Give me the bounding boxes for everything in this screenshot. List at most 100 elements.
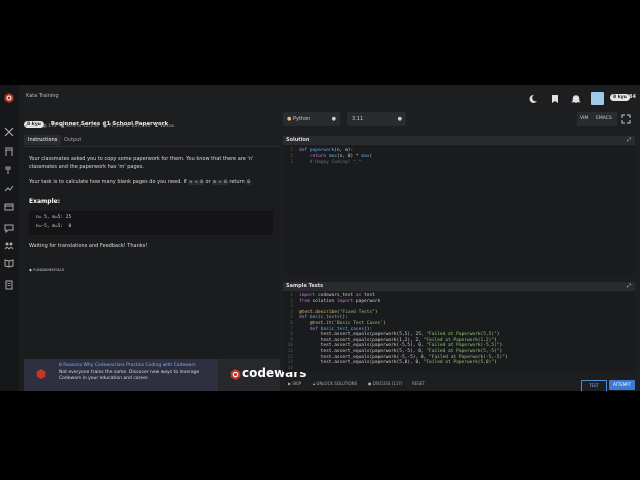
dojo-icon[interactable] [4,147,14,157]
test-button[interactable]: TEST [581,380,607,391]
collections-icon: ▤ [42,124,47,129]
lock-icon: 🔒︎ [313,381,316,386]
fullscreen-icon[interactable] [621,114,631,124]
code-line[interactable]: test.assert_equals(paperwork(5,-5), 0, "… [299,349,503,354]
solution-title: Solution [286,137,310,143]
codewars-logo-mark-icon [230,369,241,380]
discuss-button[interactable]: ● DISCUSS (117) [368,381,402,386]
trend-icon[interactable] [4,183,14,193]
sidebar [0,85,19,391]
code-line[interactable]: from solution import paperwork [299,299,380,304]
breadcrumb[interactable]: Kata Training [26,93,59,99]
avatar[interactable] [591,92,604,105]
line-number: 3 [290,304,293,310]
tab-instructions[interactable]: Instructions [24,135,62,145]
collections-count: 173 [48,124,57,129]
line-number: 11 [287,349,293,354]
line-number: 1 [290,148,293,153]
description-tabs: Instructions Output [24,135,280,147]
code-line[interactable]: test.assert_equals(paperwork(5,0), 0, "F… [299,360,497,365]
tests-editor[interactable]: 1 import codewars_test as test 2 from solut… [283,292,635,372]
rankings-icon[interactable] [4,202,14,212]
line-number: 2 [290,154,293,159]
kata-stats: ★ 749 ▤ 173 ▲ 90% of 12,254 ● 77,349 of … [24,124,174,129]
expand-icon[interactable]: ⤢ [627,136,631,145]
tab-output[interactable]: Output [60,135,85,145]
line-number: 10 [287,343,293,349]
line-number: 2 [290,298,293,304]
code-line[interactable]: test.assert_equals(paperwork(-5,-5), 0, … [299,355,508,360]
code-n-lt-0: n < 0 [188,180,204,185]
line-number: 5 [290,315,293,321]
docs-book-icon[interactable] [4,258,14,268]
user-rank-badge: 8 kyu [610,94,630,101]
tests-title: Sample Tests [286,283,324,289]
line-number: 8 [290,332,293,338]
expand-icon[interactable]: ⤢ [627,282,631,291]
promo-banner[interactable]: 8 Reasons Why Codewarriors Practice Codi… [24,359,306,391]
line-number: 3 [290,160,293,165]
moon-icon[interactable] [528,94,538,104]
satisfaction-stat: 90% of 12,254 [65,124,99,129]
discuss-icon: ● [368,381,372,386]
promo-body: Not everyone trains the same. Discover n… [59,370,200,381]
codewars-logo-icon[interactable] [4,93,14,103]
top-bar: Kata Training 8 kyu 84 [19,85,640,110]
star-icon[interactable]: ★ [24,124,28,129]
bookmark-icon[interactable] [550,94,560,104]
code-line[interactable]: def paperwork(n, m): [299,148,353,153]
kata-description: Your classmates asked you to copy some p… [24,147,280,359]
unlock-solutions-button[interactable]: 🔒︎ UNLOCK SOLUTIONS [313,381,357,386]
python-icon: ● [287,116,292,122]
line-number: 1 [290,293,293,298]
line-number: 6 [290,321,293,326]
docs-list-icon[interactable] [4,280,14,290]
emacs-button[interactable]: EMACS [596,112,612,126]
code-line[interactable]: @test.it('Basic Test Cases') [299,321,386,326]
code-zero: 0 [246,180,252,185]
skip-button[interactable]: ▶ SKIP [288,381,301,386]
swords-icon[interactable] [4,127,14,137]
check-icon: ● [103,124,108,129]
tag-fundamentals[interactable]: ◆ FUNDAMENTALS [29,267,64,272]
description-paragraph-1: Your classmates asked you to copy some p… [29,156,254,170]
code-line[interactable]: import codewars_test as test [299,293,375,298]
code-line[interactable]: return max(n, 0) * max( [299,154,372,159]
chevron-down-icon: ● [397,116,402,122]
attempt-button[interactable]: ATTEMPT [609,380,635,390]
discussion-icon[interactable] [4,223,14,233]
version-select[interactable]: 3.11 ● [347,112,406,126]
tests-header: Sample Tests ⤢ [283,282,635,291]
bell-icon[interactable] [571,94,581,104]
reset-button[interactable]: RESET [412,381,425,386]
code-line[interactable]: # Happy Coding! ^_^ [299,160,361,165]
example-code-block: n= 5, m=5: 25 n=-5, m=5: 0 [29,211,273,235]
groups-icon[interactable] [4,240,14,250]
completed-stat: 77,349 of 257,133 [108,124,151,129]
chevron-down-icon: ● [331,116,336,122]
solution-editor[interactable]: 1 def paperwork(n, m): 2 return max(n, 0) … [283,146,635,274]
promo-headline[interactable]: 8 Reasons Why Codewarriors Practice Codi… [59,363,214,368]
code-line[interactable]: def basic_test_cases(): [299,327,372,332]
language-select[interactable]: ● Python ● [283,112,340,126]
code-line[interactable]: def basic_tests(): [299,315,348,320]
author-name[interactable]: Vortas [160,124,174,129]
line-number: 12 [287,354,293,360]
skip-icon: ▶ [288,381,292,386]
solution-header: Solution ⤢ [283,136,635,145]
tag-icon: ◆ [29,267,32,272]
example-line-1: n= 5, m=5: 25 [36,215,72,220]
example-line-2: n=-5, m=5: 0 [36,224,72,229]
code-line[interactable]: test.assert_equals(paperwork(-5,5), 0, "… [299,343,503,348]
example-heading: Example: [29,198,61,205]
user-icon: ♟ [154,124,159,129]
thumbs-up-icon: ▲ [60,124,65,129]
app-window: Kata Training 8 kyu 84 8 kyu Beginner Se… [0,85,640,391]
action-bar: ▶ SKIP 🔒︎ UNLOCK SOLUTIONS ● DISCUSS (11… [283,377,640,391]
hammer-icon[interactable] [4,165,14,175]
vim-button[interactable]: VIM [580,112,588,126]
code-line[interactable]: test.assert_equals(paperwork(5,5), 25, "… [299,332,500,337]
codewars-brand-logo: codewars [218,359,306,391]
keybinding-toggle: VIM EMACS [577,112,617,126]
description-footer: Waiting for translations and Feedback! T… [29,243,148,249]
